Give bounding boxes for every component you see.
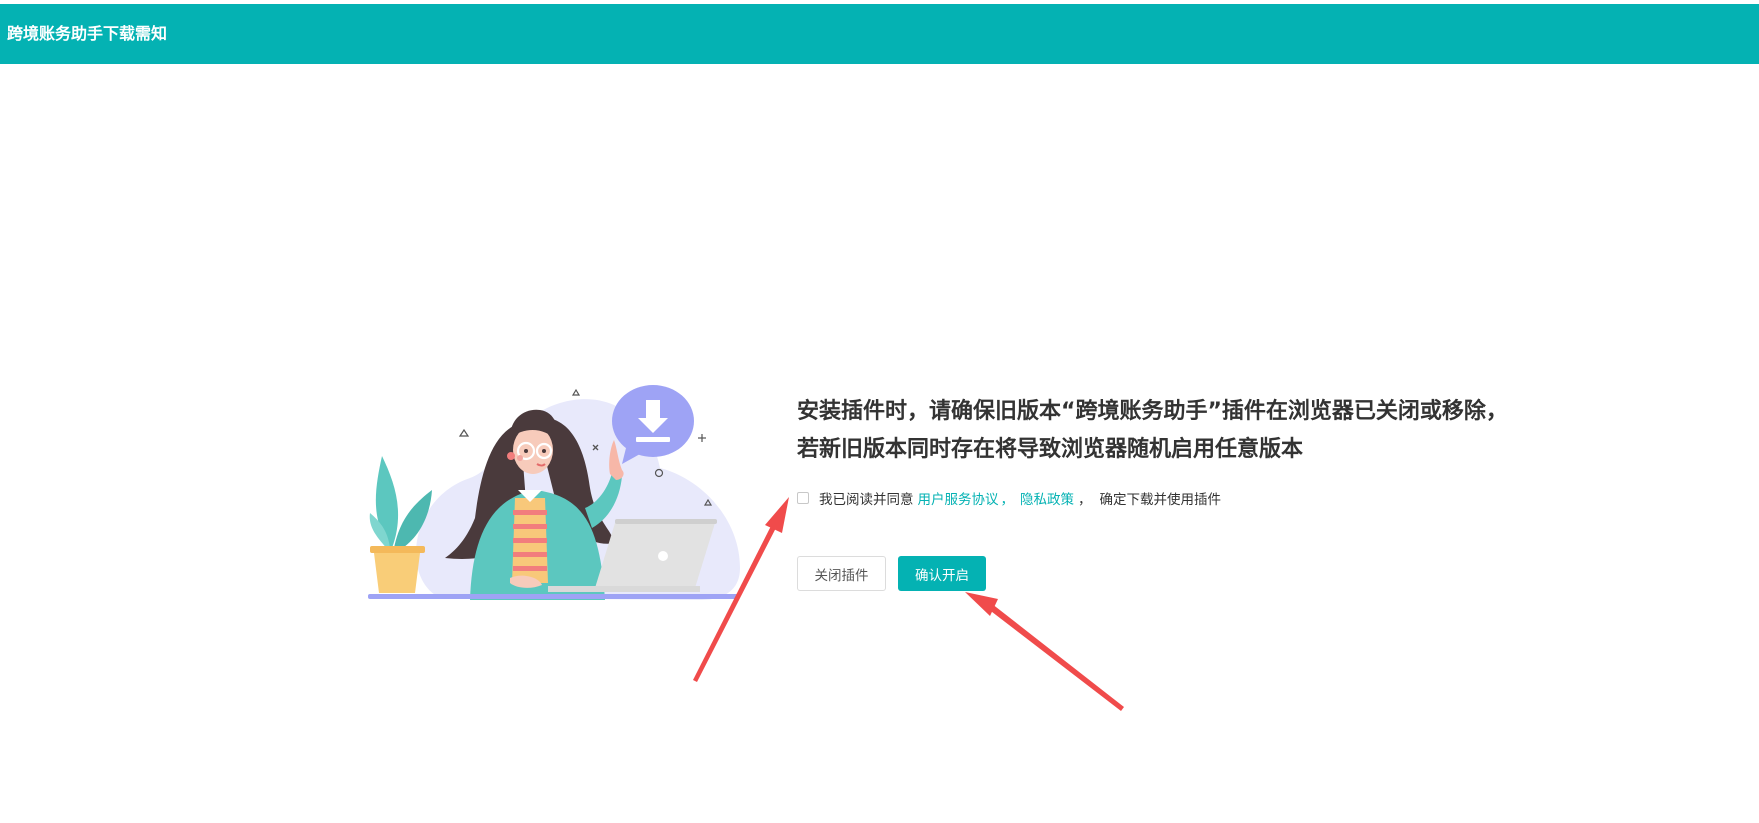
- triangle-mark-icon: [458, 428, 470, 437]
- agree-checkbox[interactable]: [797, 492, 809, 504]
- agreement-comma: ，: [1078, 492, 1092, 508]
- service-agreement-link[interactable]: 用户服务协议: [918, 488, 999, 508]
- page: 跨境账务助手下载需知 安装插件时，请确保旧版本“跨境账务助手”插件在浏览器已关闭…: [0, 0, 1759, 823]
- header-title: 跨境账务助手下载需知: [7, 24, 168, 43]
- privacy-policy-link[interactable]: 隐私政策: [1020, 488, 1074, 508]
- plus-mark-icon: [698, 434, 706, 442]
- notice-line-1: 安装插件时，请确保旧版本“跨境账务助手”插件在浏览器已关闭或移除，: [797, 399, 1508, 424]
- header-bar: 跨境账务助手下载需知: [0, 4, 1759, 64]
- notice-line-2: 若新旧版本同时存在将导致浏览器随机启用任意版本: [797, 437, 1304, 462]
- download-illustration: [368, 385, 740, 600]
- agreement-separator: ，: [1000, 492, 1015, 508]
- agreement-row: 我已阅读并同意 用户服务协议 ， 隐私政策 ， 确定下载并使用插件: [797, 488, 1221, 508]
- install-notice: 安装插件时，请确保旧版本“跨境账务助手”插件在浏览器已关闭或移除， 若新旧版本同…: [797, 393, 1597, 469]
- agreement-prefix: 我已阅读并同意: [819, 492, 914, 508]
- desk-line: [368, 594, 738, 599]
- arrow-to-confirm-icon: [965, 592, 1124, 711]
- triangle-mark-icon: [571, 388, 581, 396]
- close-plugin-button[interactable]: 关闭插件: [797, 556, 886, 591]
- agreement-suffix: 确定下载并使用插件: [1099, 492, 1222, 508]
- confirm-enable-button[interactable]: 确认开启: [898, 556, 986, 591]
